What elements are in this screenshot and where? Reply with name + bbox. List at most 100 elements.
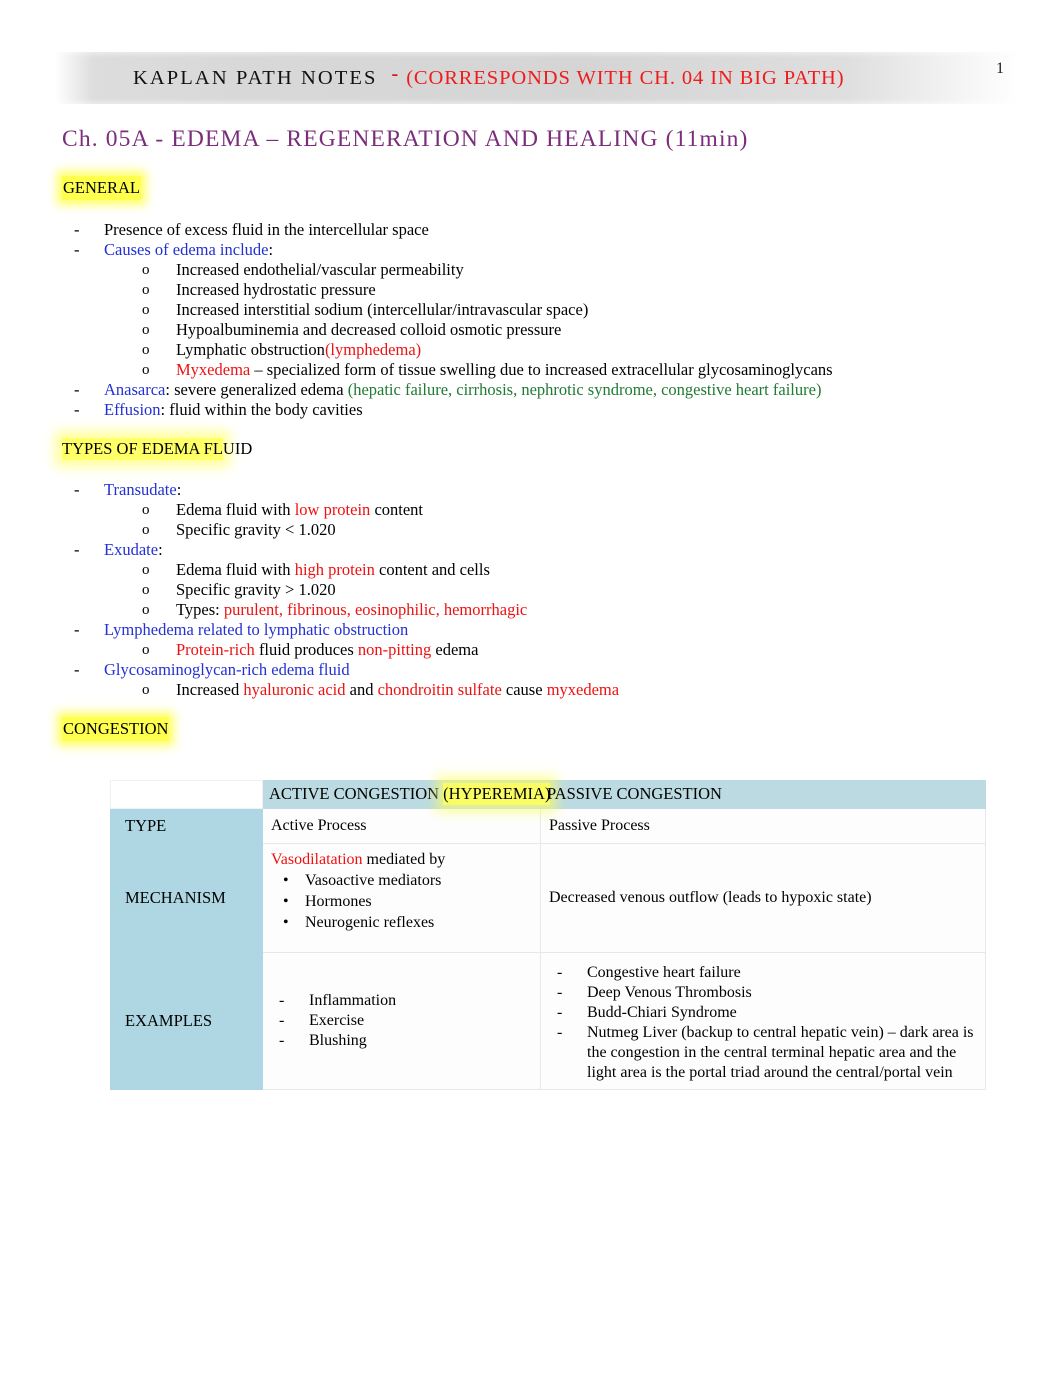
table-cell-type-passive: Passive Process [540,808,986,844]
outline-item: o Myxedema – specialized form of tissue s… [62,360,1022,380]
table-header-passive-congestion: PASSIVE CONGESTION [540,780,986,809]
section-heading-types-highlight: TYPES OF EDEMA FL [62,438,223,460]
table-cell-examples-passive: - Congestive heart failure - Deep Venous Th… [540,952,986,1090]
page-number: 1 [996,60,1004,77]
outline-marker: - [74,660,80,679]
bullet-text: Deep Venous Thrombosis [587,984,752,1001]
outline-item: o Types: purulent, fibrinous, eosinophili… [62,600,1022,620]
outline-text-run: high protein [294,560,375,579]
outline-text-run: low protein [294,500,371,519]
outline-marker: o [142,362,150,378]
outline-text-run: Edema fluid with [176,500,295,519]
outline-text-run: hyaluronic acid [243,680,346,699]
table-header-active-congestion: ACTIVE CONGESTION (HYPEREMIA) [262,780,551,809]
vasodilatation-term: Vasodilatation [271,851,363,868]
page-title: Ch. 05A - EDEMA – REGENERATION AND HEALI… [62,126,749,152]
outline-item: o Increased hyaluronic acid and chondroit… [62,680,1022,700]
header-dash: - [391,62,399,85]
outline-marker: - [74,620,80,639]
outline-marker: o [142,502,150,518]
header-subtitle: (CORRESPONDS WITH CH. 04 IN BIG PATH) [406,66,845,89]
outline-text-run: Glycosaminoglycan-rich edema fluid [104,660,350,679]
bullet-marker: - [557,984,563,1001]
outline-text-run: : [268,240,274,259]
outline-marker: o [142,262,150,278]
outline-text-run: chondroitin sulfate [377,680,502,699]
table-row-mechanism: MECHANISM Vasodilatation mediated by • Va… [110,843,986,953]
outline-marker: o [142,562,150,578]
outline-list-types-of-edema-fluid: - Transudate: o Edema fluid with low protei… [62,480,1022,700]
outline-text-run: Hypoalbuminemia and decreased colloid os… [176,320,562,339]
table-bullet-item: - Congestive heart failure [549,963,977,983]
outline-text-run: Myxedema [176,360,251,379]
outline-text-run: Increased endothelial/vascular permeabil… [176,260,464,279]
outline-text-run: Anasarca [104,380,166,399]
outline-text-run: Increased [176,680,244,699]
outline-marker: - [74,540,80,559]
outline-text-run: – specialized form of tissue swelling du… [250,360,833,379]
outline-item: o Edema fluid with high protein content a… [62,560,1022,580]
table-row-examples: EXAMPLES - Inflammation - Exercise - Blushing… [110,952,986,1090]
outline-text-run: Increased hydrostatic pressure [176,280,376,299]
outline-marker: o [142,522,150,538]
outline-item: o Specific gravity < 1.020 [62,520,1022,540]
outline-marker: o [142,322,150,338]
outline-item: o Lymphatic obstruction(lymphedema) [62,340,1022,360]
outline-text-run: and [345,680,378,699]
outline-text-run: (lymphedema) [324,340,422,359]
table-bullet-item: - Blushing [271,1031,532,1051]
outline-text-run: (hepatic failure, cirrhosis, nephrotic s… [347,380,822,399]
outline-marker: o [142,582,150,598]
outline-marker: - [74,220,80,239]
examples-active-bullet-list: - Inflammation - Exercise - Blushing [271,991,532,1051]
bullet-marker: • [283,872,289,889]
table-rowlabel-mechanism: MECHANISM [110,843,263,953]
table-bullet-item: - Inflammation [271,991,532,1011]
outline-item: - Anasarca: severe generalized edema (hep… [62,380,1022,400]
table-header-row: ACTIVE CONGESTION (HYPEREMIA) PASSIVE CO… [110,780,986,809]
table-cell-mechanism-active: Vasodilatation mediated by • Vasoactive m… [262,843,541,953]
outline-item: - Effusion: fluid within the body cavitie… [62,400,1022,420]
outline-text-run: Specific gravity < 1.020 [176,520,336,539]
table-cell-type-active: Active Process [262,808,541,844]
outline-item: o Increased endothelial/vascular permeabi… [62,260,1022,280]
bullet-text: Budd-Chiari Syndrome [587,1004,737,1021]
outline-text-run: Transudate [104,480,177,499]
page-header-band: KAPLAN PATH NOTES - (CORRESPONDS WITH CH… [55,46,1020,110]
outline-item: - Lymphedema related to lymphatic obstruc… [62,620,1022,640]
table-bullet-item: • Neurogenic reflexes [271,912,532,933]
section-heading-general-label: GENERAL [62,176,141,200]
outline-text-run: : fluid within the body cavities [160,400,363,419]
table-header-hyperemia-highlight: (HYPEREMIA) [443,783,551,805]
outline-item: o Increased hydrostatic pressure [62,280,1022,300]
bullet-text: Exercise [309,1012,365,1029]
table-cell-type-active-text: Active Process [271,817,367,834]
outline-marker: - [74,400,80,419]
outline-item: - Glycosaminoglycan-rich edema fluid [62,660,1022,680]
outline-text-run: Lymphedema related to lymphatic obstruct… [104,620,409,639]
bullet-text: Hormones [305,893,372,910]
outline-list-general: - Presence of excess fluid in the interce… [62,220,1022,420]
outline-text-run: : [176,480,182,499]
outline-item: - Presence of excess fluid in the interce… [62,220,1022,240]
outline-item: - Exudate: [62,540,1022,560]
bullet-text: Congestive heart failure [587,964,741,981]
table-row-type: TYPE Active Process Passive Process [110,808,986,844]
bullet-marker: - [557,964,563,981]
bullet-marker: - [279,992,285,1009]
outline-text-run: Exudate [104,540,159,559]
table-header-passive-label: PASSIVE CONGESTION [547,784,722,803]
table-cell-mechanism-passive-text: Decreased venous outflow (leads to hypox… [549,889,872,906]
outline-item: o Edema fluid with low protein content [62,500,1022,520]
outline-text-run: Effusion [104,400,161,419]
table-bullet-item: - Exercise [271,1011,532,1031]
table-bullet-item: - Budd-Chiari Syndrome [549,1003,977,1023]
section-heading-congestion: CONGESTION [62,717,170,741]
table-bullet-item: - Deep Venous Thrombosis [549,983,977,1003]
outline-text-run: Types: [176,600,224,619]
outline-text-run: content [370,500,424,519]
outline-marker: - [74,380,80,399]
table-rowlabel-type: TYPE [110,808,263,844]
outline-text-run: content and cells [374,560,490,579]
outline-text-run: Lymphatic obstruction [176,340,325,359]
